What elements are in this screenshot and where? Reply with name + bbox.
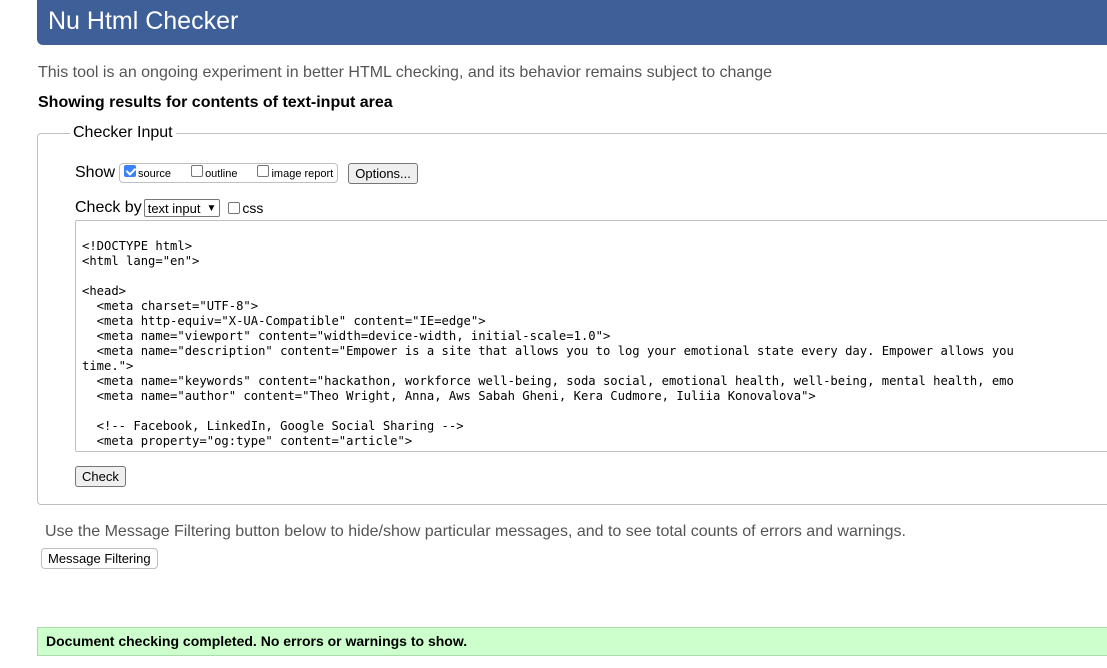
checker-input-legend: Checker Input [70, 124, 176, 142]
css-option[interactable]: css [228, 200, 263, 216]
css-label: css [242, 200, 264, 216]
tagline: This tool is an ongoing experiment in be… [38, 64, 773, 81]
success-message: Document checking completed. No errors o… [37, 627, 1107, 656]
code-line: <meta name="author" content="Theo Wright… [96, 389, 816, 403]
show-source-option[interactable]: source [124, 165, 172, 180]
image-report-checkbox[interactable] [257, 165, 270, 177]
show-row: Show source outline image report Options… [75, 162, 418, 184]
options-button[interactable]: Options... [348, 162, 418, 184]
code-line: <meta property="og:type" content="articl… [96, 434, 413, 448]
page-title: Nu Html Checker [48, 7, 239, 35]
check-by-select[interactable]: text input ▼ [143, 199, 221, 217]
source-code: <!DOCTYPE html> <html lang="en"> <head> … [82, 239, 1014, 449]
code-line: <meta name="description" content="Empowe… [96, 344, 1014, 358]
chevron-down-icon: ▼ [206, 202, 217, 214]
code-line: <!DOCTYPE html> [82, 239, 193, 253]
source-label: source [138, 168, 172, 180]
message-filtering-button[interactable]: Message Filtering [41, 548, 158, 569]
show-outline-option[interactable]: outline [191, 165, 238, 180]
show-image-report-option[interactable]: image report [257, 165, 334, 180]
source-textarea[interactable]: <!DOCTYPE html> <html lang="en"> <head> … [75, 220, 1107, 452]
filter-note: Use the Message Filtering button below t… [45, 523, 906, 540]
code-line: <html lang="en"> [82, 254, 200, 268]
code-line: <meta name="viewport" content="width=dev… [96, 329, 611, 343]
image-report-label: image report [271, 168, 334, 180]
results-heading: Showing results for contents of text-inp… [38, 94, 393, 111]
outline-checkbox[interactable] [191, 165, 204, 177]
show-label: Show [75, 164, 116, 181]
code-line: <meta charset="UTF-8"> [96, 299, 259, 313]
check-by-value: text input [147, 200, 201, 216]
check-by-label: Check by [75, 199, 142, 216]
show-options-group: source outline image report [119, 163, 339, 183]
code-line: <meta name="keywords" content="hackathon… [96, 374, 1014, 388]
check-button[interactable]: Check [75, 466, 126, 487]
code-line: <meta http-equiv="X-UA-Compatible" conte… [96, 314, 486, 328]
outline-label: outline [205, 168, 238, 180]
css-checkbox[interactable] [228, 202, 241, 214]
code-line: <head> [82, 284, 127, 298]
check-by-row: Check by text input ▼ css [75, 198, 263, 218]
source-checkbox[interactable] [124, 165, 137, 177]
code-line: time."> [82, 359, 134, 373]
code-line: <!-- Facebook, LinkedIn, Google Social S… [96, 419, 464, 433]
header-banner: Nu Html Checker [37, 0, 1107, 45]
